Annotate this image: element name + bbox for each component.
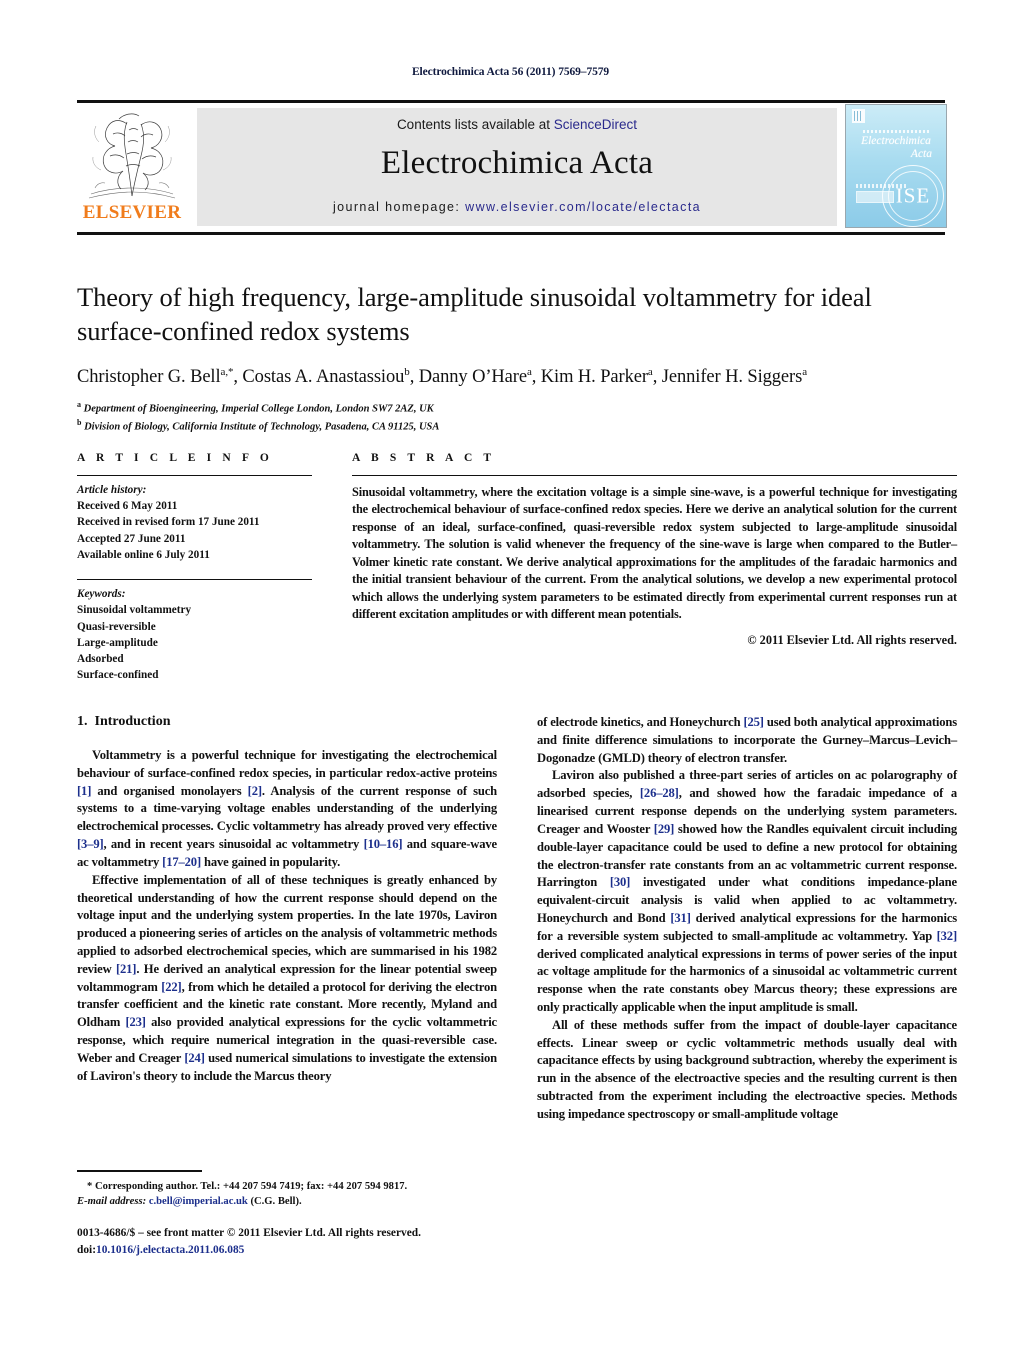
ise-seal-icon: ISE [882, 165, 944, 227]
contents-lists-prefix: Contents lists available at [396, 117, 554, 132]
reference-link[interactable]: [22] [161, 980, 182, 994]
section-heading-introduction: 1. Introduction [77, 714, 497, 730]
corresponding-author-line: * Corresponding author. Tel.: +44 207 59… [87, 1180, 408, 1192]
ise-seal-label: ISE [895, 183, 931, 208]
issn-line: 0013-4686/$ – see front matter © 2011 El… [77, 1227, 421, 1239]
reference-link[interactable]: [25] [743, 715, 764, 729]
reference-link[interactable]: [32] [937, 929, 958, 943]
affiliation-a-text: Department of Bioengineering, Imperial C… [83, 403, 434, 415]
affiliation-b-text: Division of Biology, California Institut… [84, 421, 440, 433]
elsevier-logo: ELSEVIER [77, 108, 187, 226]
cover-title-line1: Electrochimica [861, 135, 931, 147]
masthead-center-panel: Contents lists available at ScienceDirec… [197, 108, 837, 226]
keywords-label: Keywords: [77, 588, 126, 601]
paragraph: Laviron also published a three-part seri… [537, 768, 958, 1014]
reference-link[interactable]: [10–16] [364, 837, 403, 851]
doi-label: doi: [77, 1243, 96, 1256]
reference-link[interactable]: [24] [184, 1051, 205, 1065]
reference-link[interactable]: [23] [125, 1015, 146, 1029]
keyword-item: Surface-confined [77, 669, 159, 682]
keyword-item: Adsorbed [77, 653, 124, 666]
body-right-column: of electrode kinetics, and Honeychurch [… [537, 714, 957, 1124]
author-list: Christopher G. Bella,*, Costas A. Anasta… [77, 366, 807, 388]
keyword-item: Large-amplitude [77, 636, 158, 649]
journal-homepage-line: journal homepage: www.elsevier.com/locat… [197, 200, 837, 214]
footnote-rule [77, 1170, 202, 1172]
article-history-block: Article history: Received 6 May 2011 Rec… [77, 476, 312, 563]
paragraph: Effective implementation of all of these… [77, 872, 498, 1083]
reference-link[interactable]: [29] [654, 822, 675, 836]
reference-link[interactable]: [17–20] [162, 855, 201, 869]
journal-cover-thumbnail: Electrochimica Acta ISE [845, 104, 947, 228]
abstract-heading: A B S T R A C T [352, 452, 496, 464]
affiliation-a: a Department of Bioengineering, Imperial… [77, 399, 957, 417]
email-owner: (C.G. Bell). [247, 1196, 302, 1208]
section-number: 1. [77, 714, 88, 729]
contents-lists-line: Contents lists available at ScienceDirec… [197, 117, 837, 132]
running-head: Electrochimica Acta 56 (2011) 7569–7579 [411, 66, 610, 78]
elsevier-wordmark: ELSEVIER [82, 202, 182, 223]
doi-line: doi:10.1016/j.electacta.2011.06.085 [77, 1242, 547, 1259]
history-item: Received in revised form 17 June 2011 [77, 516, 260, 529]
history-item: Received 6 May 2011 [77, 500, 178, 513]
footnote-text: * Corresponding author. Tel.: +44 207 59… [77, 1179, 497, 1211]
reference-link[interactable]: [21] [116, 962, 137, 976]
affiliation-mark-b: b [77, 418, 82, 428]
affiliation-b: b Division of Biology, California Instit… [77, 417, 957, 435]
journal-title: Electrochimica Acta [380, 145, 654, 181]
sciencedirect-link[interactable]: ScienceDirect [554, 117, 637, 132]
journal-masthead: ELSEVIER Contents lists available at Sci… [77, 100, 947, 235]
abstract-copyright: © 2011 Elsevier Ltd. All rights reserved… [747, 632, 957, 647]
email-address-link[interactable]: c.bell@imperial.ac.uk [149, 1196, 248, 1207]
article-info-heading: A R T I C L E I N F O [77, 452, 273, 464]
email-address-label: E-mail address: [77, 1196, 147, 1208]
cover-strapline [863, 130, 929, 133]
page-title: Theory of high frequency, large-amplitud… [77, 282, 872, 346]
reference-link[interactable]: [1] [77, 784, 91, 798]
cover-title: Electrochimica Acta [852, 135, 940, 161]
corresponding-author-footnote: * Corresponding author. Tel.: +44 207 59… [77, 1170, 497, 1210]
paragraph: All of these methods suffer from the imp… [537, 1017, 957, 1121]
title-block: Theory of high frequency, large-amplitud… [77, 281, 957, 436]
history-item: Accepted 27 June 2011 [77, 532, 186, 545]
abstract-text: Sinusoidal voltammetry, where the excita… [352, 485, 957, 622]
body-left-column: 1. Introduction Voltammetry is a powerfu… [77, 714, 497, 1085]
reference-link[interactable]: [30] [610, 875, 631, 889]
reference-link[interactable]: [26–28] [640, 786, 679, 800]
doi-link[interactable]: 10.1016/j.electacta.2011.06.085 [96, 1244, 244, 1256]
paragraph: of electrode kinetics, and Honeychurch [… [537, 715, 958, 765]
section-title-text: Introduction [94, 714, 171, 729]
cover-title-line2: Acta [910, 148, 932, 161]
abstract-column: A B S T R A C T Sinusoidal voltammetry, … [352, 452, 957, 648]
keyword-item: Sinusoidal voltammetry [77, 604, 192, 617]
paper-page: Electrochimica Acta 56 (2011) 7569–7579 [0, 0, 1021, 1351]
cover-elsevier-mark-icon [852, 109, 865, 123]
article-history-label: Article history: [77, 484, 147, 496]
reference-link[interactable]: [2] [248, 784, 262, 798]
affiliation-mark-a: a [77, 400, 81, 410]
affiliations: a Department of Bioengineering, Imperial… [77, 399, 957, 435]
homepage-url-link[interactable]: www.elsevier.com/locate/electacta [465, 200, 701, 214]
masthead-bottom-rule [77, 232, 945, 235]
homepage-label: journal homepage: [332, 200, 466, 214]
colophon: 0013-4686/$ – see front matter © 2011 El… [77, 1225, 547, 1258]
reference-link[interactable]: [3–9] [77, 837, 104, 851]
keywords-block: Keywords: Sinusoidal voltammetry Quasi-r… [77, 580, 312, 683]
keyword-item: Quasi-reversible [77, 620, 156, 633]
paragraph: Voltammetry is a powerful technique for … [77, 748, 497, 869]
elsevier-tree-icon [83, 108, 181, 200]
masthead-top-rule [77, 100, 945, 103]
reference-link[interactable]: [31] [670, 911, 691, 925]
article-info-column: A R T I C L E I N F O Article history: R… [77, 452, 312, 684]
history-item: Available online 6 July 2011 [77, 548, 210, 561]
